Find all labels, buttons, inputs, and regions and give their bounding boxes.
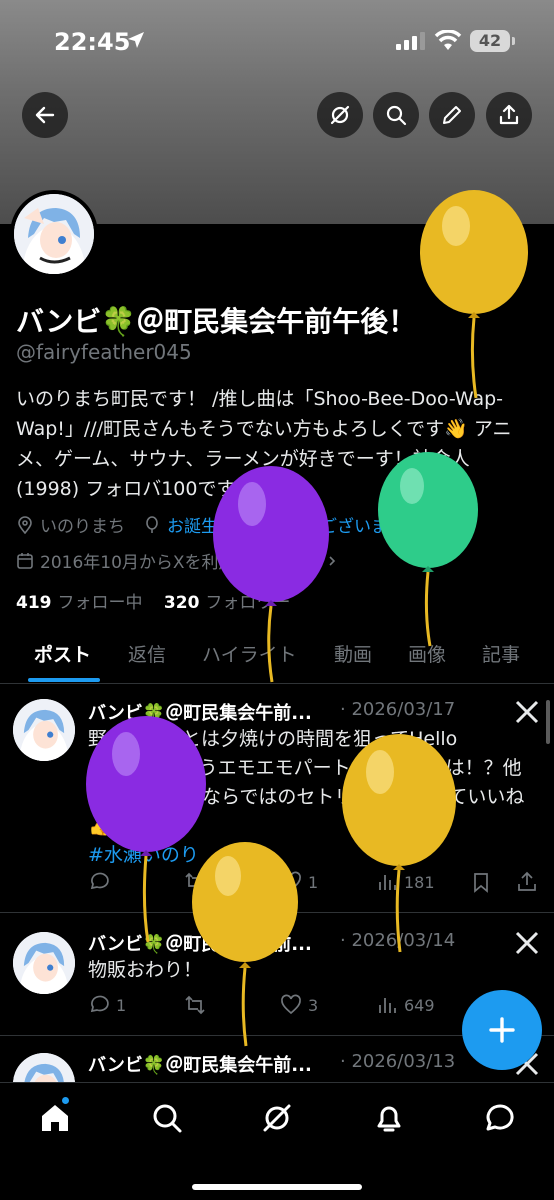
grok-icon — [330, 105, 350, 125]
wifi-icon — [434, 30, 462, 50]
status-bar: 22:45 42 — [0, 0, 554, 84]
bookmark-icon — [474, 873, 488, 893]
search-icon[interactable] — [150, 1101, 184, 1135]
grok-icon[interactable] — [260, 1101, 294, 1135]
tab-articles[interactable]: 記事 — [482, 640, 520, 667]
balloon-icon — [146, 515, 158, 533]
battery-tip — [512, 37, 515, 45]
profile-handle: @fairyfeather045 — [16, 340, 192, 364]
post-date: · 2026/03/17 — [340, 699, 456, 720]
calendar-icon — [17, 552, 33, 569]
share-button[interactable] — [486, 92, 532, 138]
home-indicator — [192, 1184, 362, 1190]
anime-avatar-image — [13, 1053, 75, 1082]
arrow-left-icon — [35, 106, 55, 124]
anime-avatar-image — [13, 699, 75, 761]
share-icon — [518, 871, 536, 891]
like-count: 1 — [308, 872, 319, 892]
share-post-button[interactable] — [516, 871, 538, 893]
following-count: 419 — [16, 593, 52, 613]
cellular-signal-icon — [396, 32, 425, 50]
post-avatar[interactable] — [13, 699, 75, 761]
yellow-balloon — [342, 734, 456, 953]
post-date: · 2026/03/13 — [340, 1051, 456, 1072]
anime-avatar-image — [13, 932, 75, 994]
compose-post-button[interactable] — [462, 990, 542, 1070]
search-button[interactable] — [373, 92, 419, 138]
bookmark-button[interactable] — [470, 871, 492, 893]
location-arrow-icon — [128, 32, 144, 48]
bottom-navigation — [0, 1082, 554, 1200]
purple-balloon — [213, 466, 329, 683]
green-balloon — [378, 452, 478, 647]
anime-avatar-image — [14, 194, 94, 274]
like-count: 3 — [308, 995, 319, 1015]
home-icon[interactable] — [38, 1101, 72, 1135]
post-avatar[interactable] — [13, 932, 75, 994]
views-icon — [379, 998, 396, 1013]
post-text: 物販おわり！ — [88, 959, 203, 981]
x-logo-icon — [515, 700, 539, 724]
views-button[interactable]: 649 — [376, 994, 435, 1016]
edit-button[interactable] — [429, 92, 475, 138]
grok-button[interactable] — [317, 92, 363, 138]
back-button[interactable] — [22, 92, 68, 138]
scrollbar[interactable] — [546, 700, 550, 744]
view-count: 649 — [404, 995, 435, 1015]
battery-indicator: 42 — [470, 30, 510, 52]
following-label: フォロー中 — [57, 593, 143, 613]
post-author[interactable]: バンビ🍀＠町民集会午前... — [88, 1051, 312, 1077]
share-icon — [499, 104, 519, 125]
tab-videos[interactable]: 動画 — [334, 640, 372, 667]
reply-button[interactable]: 1 — [88, 994, 126, 1016]
bell-icon[interactable] — [372, 1101, 406, 1135]
tab-replies[interactable]: 返信 — [128, 640, 166, 667]
active-tab-indicator — [28, 678, 100, 682]
plus-icon — [489, 1017, 515, 1043]
pencil-icon — [443, 106, 461, 124]
x-logo-icon — [515, 931, 539, 955]
reply-count: 1 — [116, 995, 127, 1015]
search-icon — [386, 105, 407, 126]
profile-avatar[interactable] — [10, 190, 98, 278]
yellow-balloon — [192, 842, 298, 1047]
tab-posts[interactable]: ポスト — [34, 640, 91, 667]
following-link[interactable]: 419 フォロー中 — [16, 593, 143, 613]
location-pin-icon — [18, 515, 32, 534]
messages-icon[interactable] — [482, 1101, 516, 1135]
yellow-balloon — [420, 190, 528, 399]
reply-icon — [90, 995, 109, 1013]
profile-location: いのりまち — [40, 517, 125, 537]
home-notification-dot — [62, 1097, 69, 1104]
followers-count: 320 — [163, 593, 200, 613]
status-time: 22:45 — [54, 28, 131, 56]
post-avatar[interactable] — [13, 1053, 75, 1082]
profile-display-name: バンビ🍀＠町民集会午前午後！ — [16, 305, 417, 338]
